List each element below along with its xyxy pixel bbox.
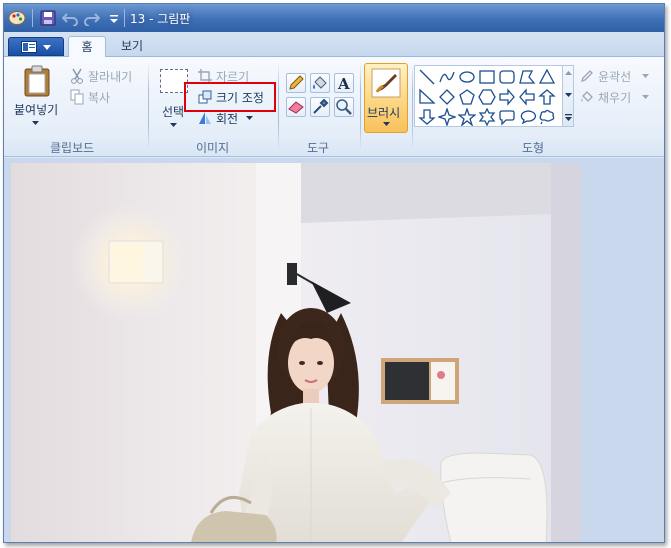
save-icon[interactable] [40, 10, 56, 26]
eyedropper-icon [313, 98, 329, 114]
shapes-group-label: 도형 [522, 141, 545, 155]
hexagon-shape-icon[interactable] [478, 88, 496, 106]
eraser-tool[interactable] [286, 97, 306, 117]
left-arrow-shape-icon[interactable] [518, 88, 536, 106]
outline-label: 윤곽선 [598, 70, 632, 84]
color-picker-tool[interactable] [310, 97, 330, 117]
canvas-area [4, 158, 664, 542]
eraser-icon [288, 101, 304, 114]
pentagon-shape-icon[interactable] [458, 88, 476, 106]
paste-clipboard-icon [24, 65, 50, 97]
up-arrow-shape-icon[interactable] [538, 88, 556, 106]
paste-label: 붙여넣기 [14, 103, 59, 117]
rounded-rectangle-shape-icon[interactable] [498, 68, 516, 86]
select-dropdown-icon [170, 123, 177, 127]
resize-highlight-box [184, 82, 276, 112]
fill-tool[interactable] [310, 73, 330, 93]
cloud-callout-shape-icon[interactable] [538, 108, 556, 126]
group-separator [148, 63, 149, 151]
fill-bucket-icon [581, 91, 593, 102]
brushes-button[interactable]: 브러시 [364, 63, 408, 133]
select-label: 선택 [162, 105, 185, 119]
image-group-label: 이미지 [196, 141, 230, 155]
paste-button[interactable]: 붙여넣기 [10, 63, 60, 131]
right-triangle-shape-icon[interactable] [418, 88, 436, 106]
quick-access-divider [32, 9, 33, 27]
title-bar: 13 - 그림판 [4, 4, 664, 32]
polygon-shape-icon[interactable] [518, 68, 536, 86]
scissors-icon [71, 68, 83, 84]
oval-callout-shape-icon[interactable] [518, 108, 536, 126]
down-arrow-shape-icon[interactable] [418, 108, 436, 126]
group-separator [278, 63, 279, 151]
rotate-dropdown-icon [246, 116, 253, 120]
scroll-down-icon[interactable] [565, 93, 572, 98]
diamond-shape-icon[interactable] [438, 88, 456, 106]
outline-pen-icon [580, 70, 593, 83]
paint-window: 13 - 그림판 홈 보기 붙여넣기 잘라내기 복사 클립보드 선택 자르기 크… [3, 3, 665, 543]
scroll-up-icon[interactable] [565, 70, 572, 75]
ribbon: 붙여넣기 잘라내기 복사 클립보드 선택 자르기 크기 조정 회전 이미지 A … [4, 57, 664, 157]
rotate-icon [199, 112, 211, 124]
fill-dropdown-icon [642, 95, 649, 99]
chevron-down-icon [43, 45, 51, 50]
brush-icon [371, 68, 401, 98]
paint-menu-button[interactable] [8, 37, 64, 56]
triangle-shape-icon[interactable] [538, 68, 556, 86]
title-divider [124, 9, 125, 27]
copy-icon [70, 89, 84, 105]
group-separator [360, 63, 361, 151]
paint-app-icon[interactable] [8, 9, 26, 27]
fill-label: 채우기 [598, 91, 632, 105]
copy-button[interactable]: 복사 [70, 88, 130, 106]
rounded-callout-shape-icon[interactable] [498, 108, 516, 126]
window-title: 13 - 그림판 [130, 12, 191, 26]
group-separator [412, 63, 413, 151]
curve-shape-icon[interactable] [438, 68, 456, 86]
expand-gallery-icon[interactable] [565, 114, 572, 122]
right-arrow-shape-icon[interactable] [498, 88, 516, 106]
tools-group-label: 도구 [307, 141, 330, 155]
outline-button[interactable]: 윤곽선 [580, 67, 656, 85]
customize-quick-access-icon[interactable] [106, 10, 122, 26]
text-a-icon: A [337, 75, 350, 93]
tab-view[interactable]: 보기 [112, 36, 152, 58]
pencil-tool[interactable] [286, 73, 306, 93]
outline-dropdown-icon [642, 74, 649, 78]
crop-icon [198, 69, 212, 83]
cut-label: 잘라내기 [88, 70, 133, 84]
shapes-gallery [414, 65, 564, 127]
svg-text:A: A [337, 75, 350, 92]
redo-icon[interactable] [84, 10, 100, 26]
brushes-dropdown-icon [383, 122, 390, 126]
paint-bucket-icon [313, 76, 327, 89]
magnifier-icon [336, 99, 352, 115]
cut-button[interactable]: 잘라내기 [70, 67, 142, 85]
rotate-label: 회전 [216, 112, 239, 126]
brushes-label: 브러시 [367, 106, 401, 120]
paste-dropdown-icon [32, 121, 39, 125]
magnifier-tool[interactable] [334, 97, 354, 117]
canvas-image[interactable] [11, 163, 581, 542]
clipboard-group-label: 클립보드 [50, 141, 95, 155]
six-point-star-shape-icon[interactable] [478, 108, 496, 126]
oval-shape-icon[interactable] [458, 68, 476, 86]
tab-home[interactable]: 홈 [68, 36, 106, 58]
four-point-star-shape-icon[interactable] [438, 108, 456, 126]
copy-label: 복사 [88, 91, 111, 105]
five-point-star-shape-icon[interactable] [458, 108, 476, 126]
photo-illustration [11, 163, 581, 542]
menu-document-icon [21, 41, 37, 53]
text-tool[interactable]: A [334, 73, 354, 93]
shapes-scrollbar[interactable] [562, 65, 574, 127]
ribbon-tab-row: 홈 보기 [4, 32, 664, 58]
rectangle-shape-icon[interactable] [478, 68, 496, 86]
pencil-icon [289, 75, 304, 90]
undo-icon[interactable] [62, 10, 78, 26]
fill-button[interactable]: 채우기 [580, 88, 656, 106]
line-shape-icon[interactable] [418, 68, 436, 86]
